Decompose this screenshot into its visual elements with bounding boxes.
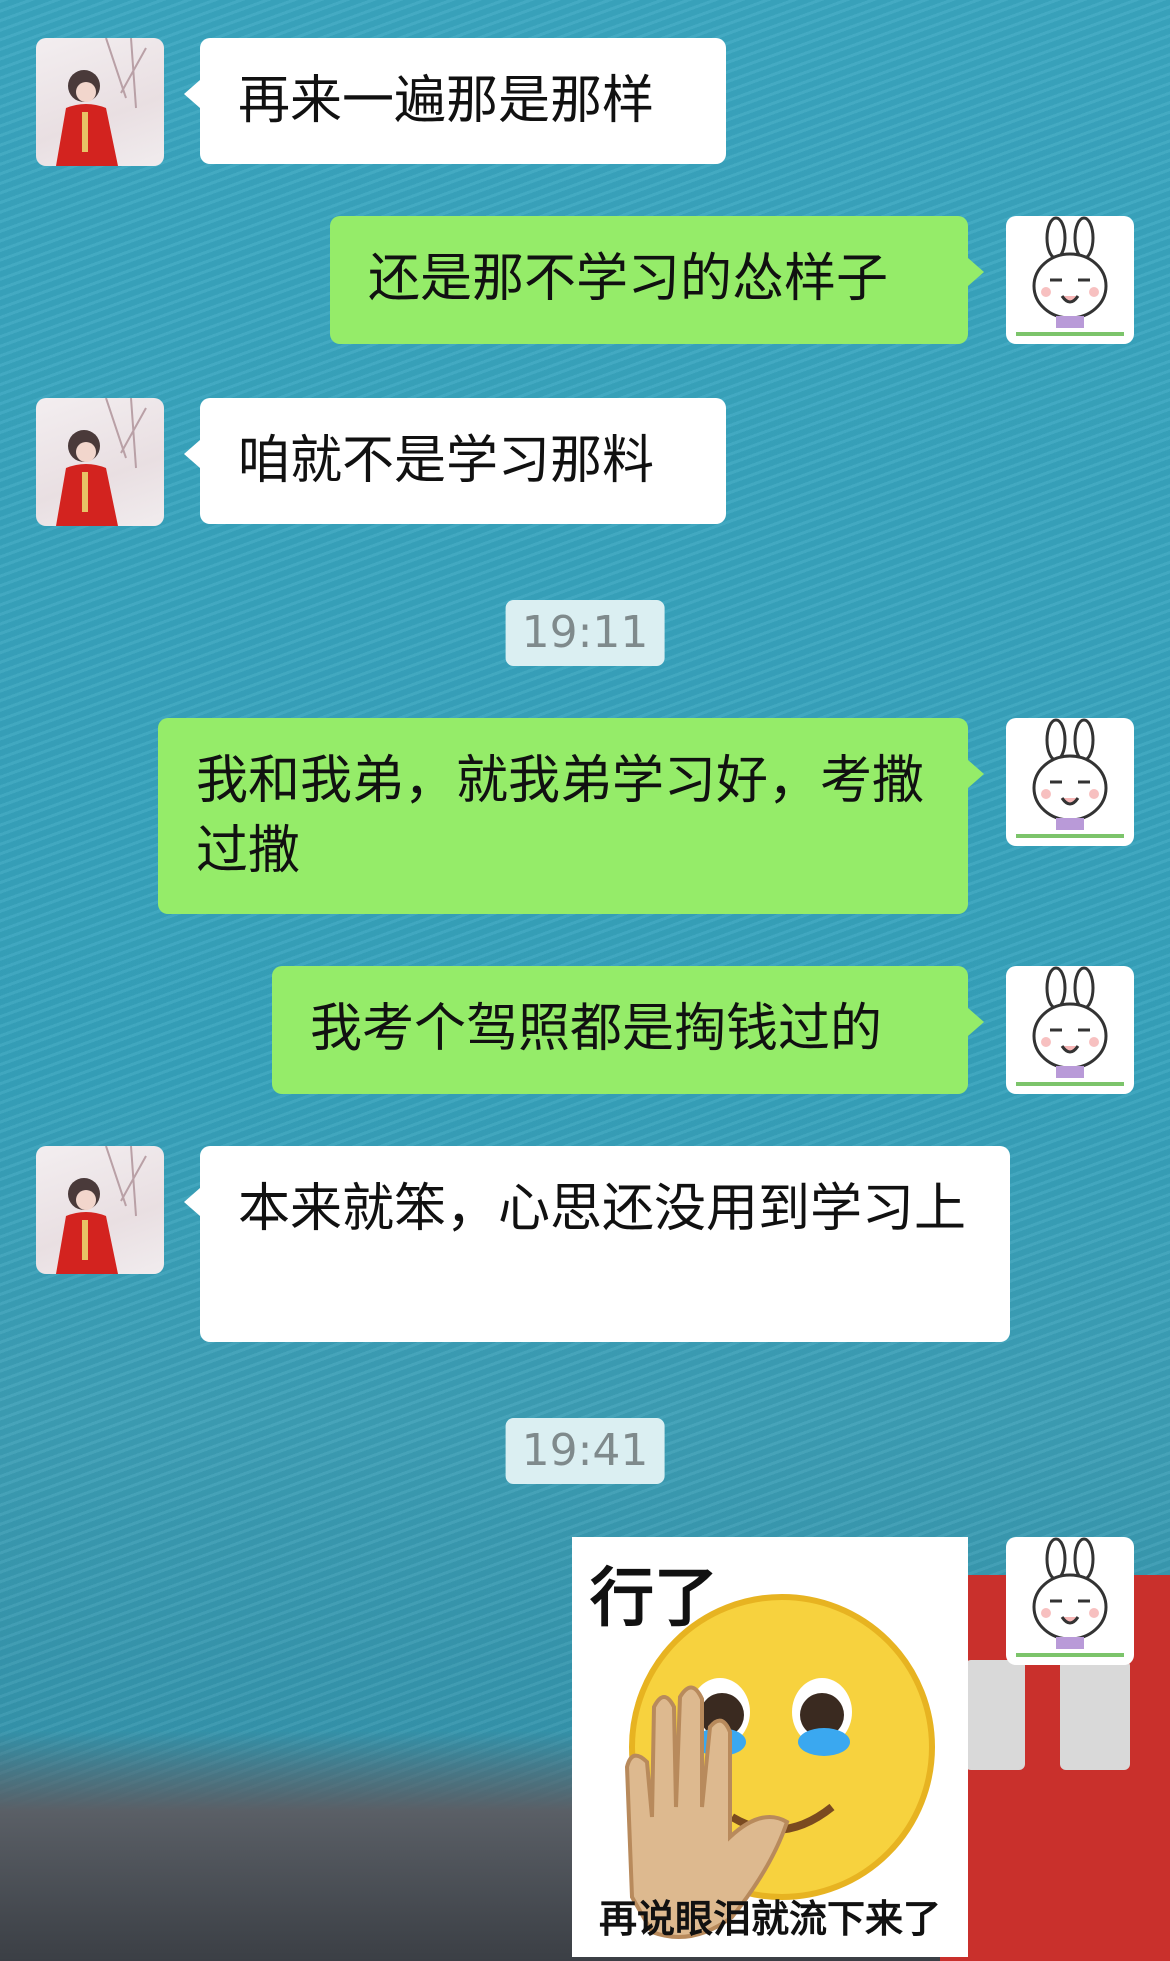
my-avatar[interactable] [1006, 966, 1134, 1094]
message-bubble[interactable]: 我和我弟，就我弟学习好，考撒过撒 [158, 718, 984, 914]
contact-avatar[interactable] [36, 1146, 164, 1274]
girl-avatar-icon [56, 38, 147, 166]
bunny-avatar-icon [1016, 966, 1124, 1086]
girl-avatar-icon [56, 1146, 147, 1274]
message-text: 我考个驾照都是掏钱过的 [310, 999, 883, 1059]
message-bubble[interactable]: 还是那不学习的怂样子 [330, 216, 984, 344]
timestamp: 19:11 [505, 600, 665, 666]
message-text: 咱就不是学习那料 [238, 431, 655, 491]
message-text: 再来一遍那是那样 [238, 71, 655, 131]
contact-avatar[interactable] [36, 38, 164, 166]
my-avatar[interactable] [1006, 718, 1134, 846]
bunny-avatar-icon [1016, 216, 1124, 336]
contact-avatar[interactable] [36, 398, 164, 526]
sticker-top-text: 行了 [590, 1562, 718, 1636]
my-avatar[interactable] [1006, 1537, 1134, 1665]
my-avatar[interactable] [1006, 216, 1134, 344]
message-bubble[interactable]: 本来就笨，心思还没用到学习上 [184, 1146, 1010, 1342]
message-text: 我和我弟，就我弟学习好，考撒过撒 [196, 751, 925, 881]
sticker-message[interactable]: 行了 再说眼泪就流下来了 [572, 1537, 968, 1957]
message-bubble[interactable]: 我考个驾照都是掏钱过的 [272, 966, 984, 1094]
message-text: 还是那不学习的怂样子 [368, 249, 889, 309]
sticker-bottom-text: 再说眼泪就流下来了 [598, 1897, 941, 1941]
message-text: 本来就笨，心思还没用到学习上 [238, 1179, 967, 1239]
message-bubble[interactable]: 再来一遍那是那样 [184, 38, 726, 164]
bunny-avatar-icon [1016, 718, 1124, 838]
girl-avatar-icon [56, 398, 147, 526]
timestamp: 19:41 [505, 1418, 665, 1484]
message-bubble[interactable]: 咱就不是学习那料 [184, 398, 726, 524]
bunny-avatar-icon [1016, 1537, 1124, 1657]
